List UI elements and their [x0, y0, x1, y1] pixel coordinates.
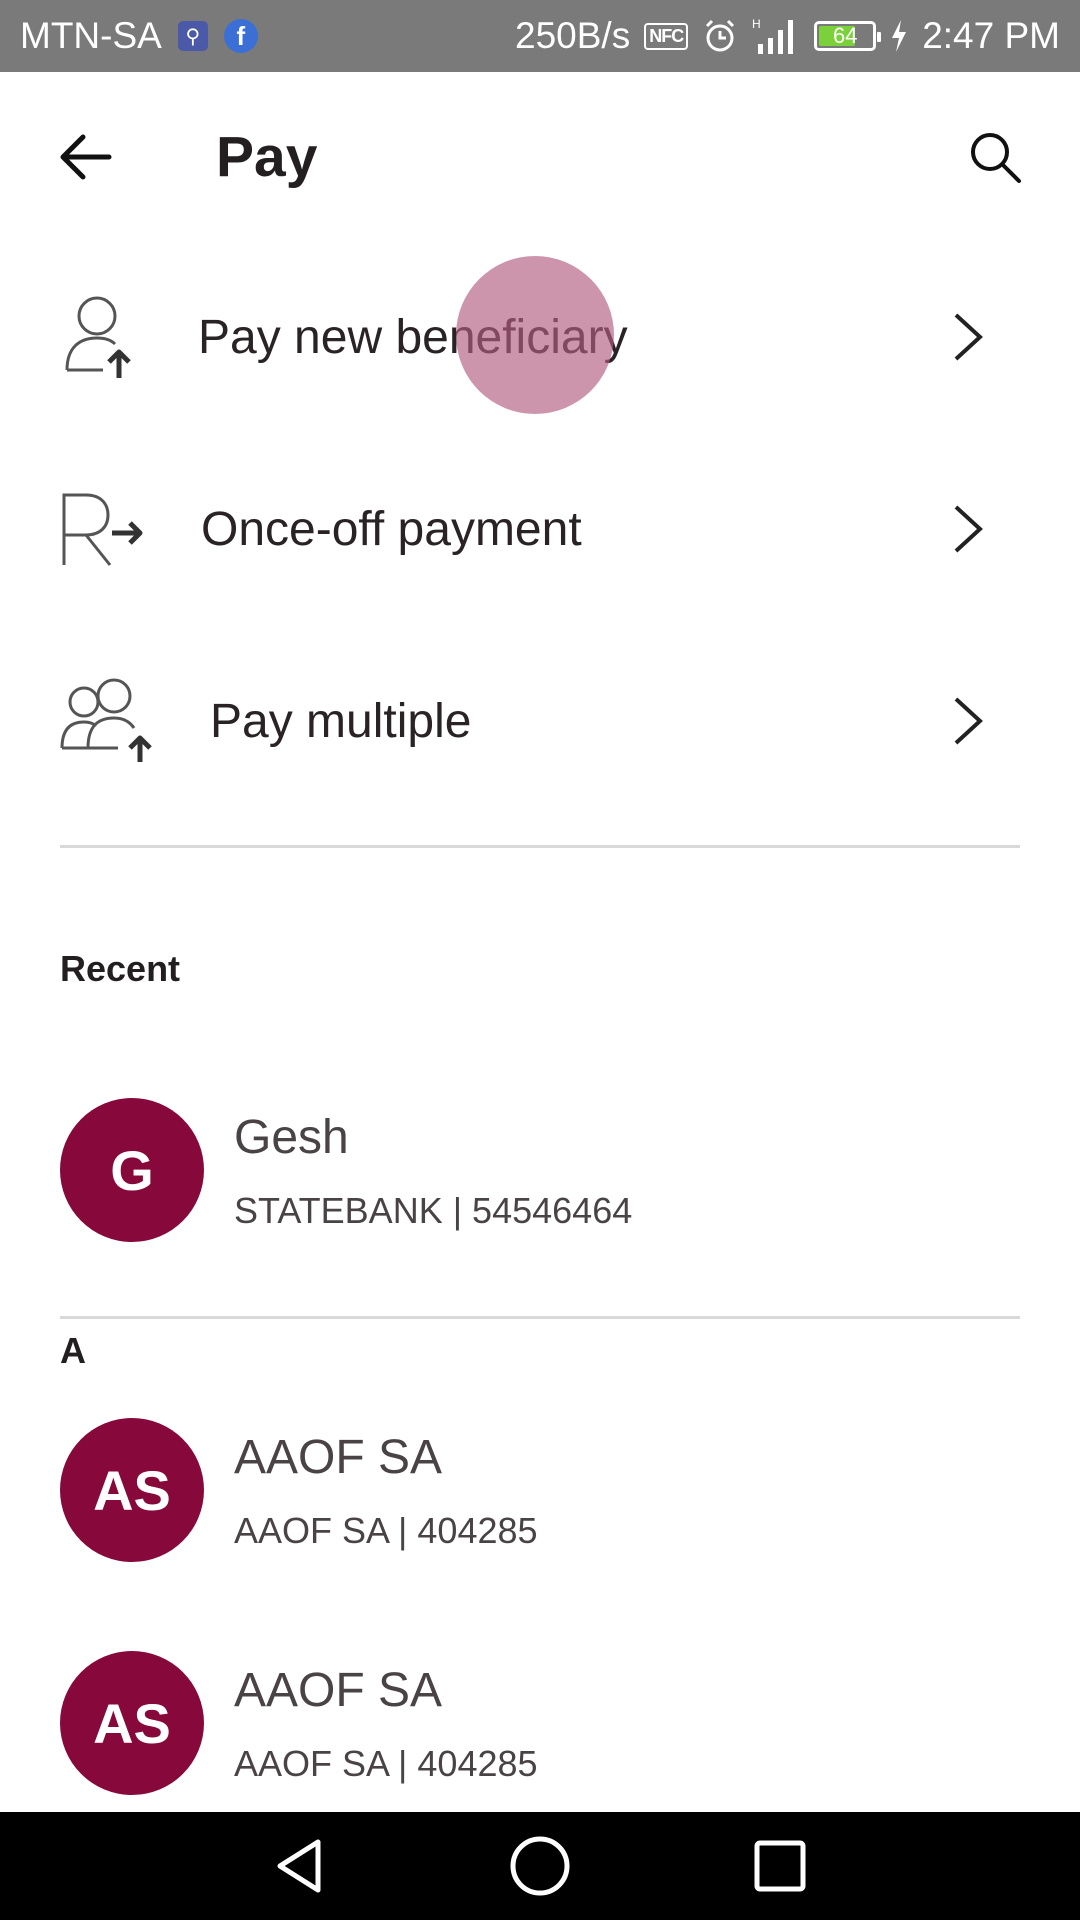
charging-icon [890, 20, 908, 52]
clock: 2:47 PM [922, 15, 1060, 56]
touch-ripple [456, 256, 614, 414]
battery-icon: 64 [814, 21, 882, 51]
carrier-label: MTN-SA [20, 15, 162, 56]
avatar: AS [60, 1418, 204, 1562]
recipient-detail: AAOF SA | 404285 [234, 1743, 538, 1784]
avatar: AS [60, 1651, 204, 1795]
divider [60, 1316, 1020, 1319]
group-upload-icon [58, 676, 158, 766]
menu-item-label: Once-off payment [201, 502, 582, 556]
rand-arrow-icon [58, 484, 148, 574]
triangle-back-icon [277, 1839, 321, 1893]
square-recents-icon [754, 1840, 806, 1892]
net-speed: 250B/s [515, 15, 631, 56]
circle-home-icon [510, 1836, 570, 1896]
nav-back-button[interactable] [240, 1812, 360, 1920]
network-type: H [752, 17, 761, 31]
page-title: Pay [216, 125, 318, 189]
chevron-right-icon [948, 307, 988, 367]
system-nav-bar [0, 1812, 1080, 1920]
recipient-name: AAOF SA [234, 1431, 443, 1484]
status-bar: MTN-SA ⚲ f 250B/s NFC H 64 2:47 PM [0, 0, 1080, 72]
recipient-row[interactable]: G Gesh STATEBANK | 54546464 [0, 1090, 1080, 1250]
alarm-icon [702, 18, 738, 54]
nav-home-button[interactable] [480, 1812, 600, 1920]
recipient-name: AAOF SA [234, 1664, 443, 1717]
chevron-right-icon [948, 691, 988, 751]
divider [60, 845, 1020, 848]
section-heading-recent: Recent [60, 948, 181, 989]
back-button[interactable] [50, 122, 120, 192]
person-upload-icon [58, 292, 148, 382]
usb-icon: ⚲ [177, 21, 208, 51]
menu-item-label: Pay multiple [210, 694, 472, 748]
search-button[interactable] [960, 122, 1030, 192]
recipient-name: Gesh [234, 1111, 349, 1164]
section-heading-a: A [60, 1330, 86, 1371]
signal-icon: H [752, 16, 800, 56]
chevron-right-icon [948, 499, 988, 559]
facebook-icon: f [223, 19, 258, 53]
search-icon [971, 133, 1021, 183]
recipient-detail: STATEBANK | 54546464 [234, 1190, 633, 1231]
arrow-left-icon [60, 134, 112, 180]
nfc-icon: NFC [644, 22, 689, 50]
menu-item-once-off-payment[interactable]: Once-off payment [0, 434, 1080, 624]
app-bar: Pay [0, 72, 1080, 242]
battery-level: 64 [832, 23, 858, 48]
recipient-detail: AAOF SA | 404285 [234, 1510, 538, 1551]
nav-recents-button[interactable] [720, 1812, 840, 1920]
recipient-row[interactable]: AS AAOF SA AAOF SA | 404285 [0, 1410, 1080, 1570]
avatar: G [60, 1098, 204, 1242]
recipient-row[interactable]: AS AAOF SA AAOF SA | 404285 [0, 1643, 1080, 1803]
menu-item-pay-multiple[interactable]: Pay multiple [0, 626, 1080, 816]
